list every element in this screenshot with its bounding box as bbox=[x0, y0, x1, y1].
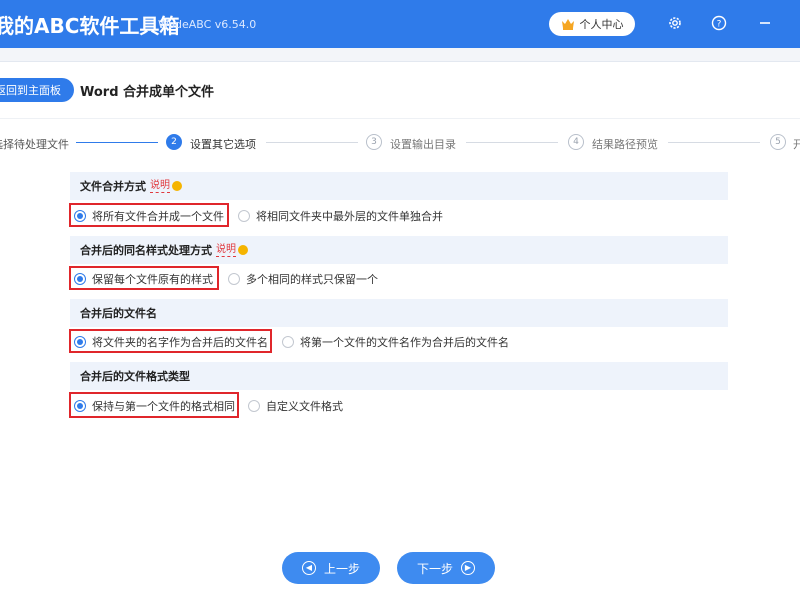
back-to-main-button[interactable]: 返回到主面板 bbox=[0, 78, 74, 102]
step-connector-1 bbox=[76, 142, 158, 143]
svg-text:?: ? bbox=[717, 20, 722, 30]
folder-name-option[interactable]: 将文件夹的名字作为合并后的文件名 bbox=[74, 334, 268, 350]
next-step-button[interactable]: 下一步 ▶ bbox=[397, 552, 495, 584]
title-subbar bbox=[0, 48, 800, 62]
hint-emoji-icon bbox=[172, 181, 182, 191]
settings-gear-icon[interactable] bbox=[666, 14, 684, 32]
user-center-button[interactable]: 个人中心 bbox=[549, 12, 635, 36]
step-5-indicator: 5 bbox=[770, 134, 786, 150]
previous-step-button[interactable]: ◀ 上一步 bbox=[282, 552, 380, 584]
step-connector-3 bbox=[466, 142, 558, 143]
radio-selected[interactable] bbox=[74, 336, 86, 348]
merge-per-folder-option[interactable]: 将相同文件夹中最外层的文件单独合并 bbox=[238, 208, 443, 224]
previous-label: 上一步 bbox=[323, 561, 360, 576]
minimize-icon[interactable] bbox=[756, 14, 774, 32]
section-title: 合并后的文件名 bbox=[80, 307, 157, 320]
option-label: 自定义文件格式 bbox=[266, 400, 343, 413]
hint-emoji-icon bbox=[238, 245, 248, 255]
step-connector-4 bbox=[668, 142, 760, 143]
crown-icon bbox=[561, 19, 574, 30]
radio-unselected[interactable] bbox=[248, 400, 260, 412]
step-3-label: 设置输出目录 bbox=[390, 138, 456, 151]
help-icon[interactable]: ? bbox=[710, 14, 728, 32]
help-hint-link[interactable]: 说明 bbox=[216, 244, 236, 257]
arrow-left-icon: ◀ bbox=[301, 561, 316, 575]
step-2-indicator: 2 bbox=[166, 134, 182, 150]
step-4-label: 结果路径预览 bbox=[592, 138, 658, 151]
step-3-indicator: 3 bbox=[366, 134, 382, 150]
step-1-label: 选择待处理文件 bbox=[0, 138, 69, 151]
app-title: 我的ABC软件工具箱 bbox=[0, 14, 180, 38]
option-label: 多个相同的样式只保留一个 bbox=[246, 273, 378, 286]
keep-styles-option[interactable]: 保留每个文件原有的样式 bbox=[74, 271, 213, 287]
option-label: 将第一个文件的文件名作为合并后的文件名 bbox=[300, 336, 509, 349]
file-format-section-header: 合并后的文件格式类型 bbox=[70, 362, 728, 390]
option-label: 将所有文件合并成一个文件 bbox=[92, 210, 224, 223]
step-5-label: 开 bbox=[793, 138, 800, 151]
section-title: 文件合并方式 bbox=[80, 180, 146, 193]
step-4-indicator: 4 bbox=[568, 134, 584, 150]
merge-mode-section-header: 文件合并方式 说明 bbox=[70, 172, 728, 200]
user-center-label: 个人中心 bbox=[579, 18, 624, 31]
merge-all-option[interactable]: 将所有文件合并成一个文件 bbox=[74, 208, 224, 224]
style-handling-section-header: 合并后的同名样式处理方式 说明 bbox=[70, 236, 728, 264]
radio-selected[interactable] bbox=[74, 210, 86, 222]
app-version: WodeABC v6.54.0 bbox=[158, 18, 257, 31]
radio-unselected[interactable] bbox=[238, 210, 250, 222]
help-hint-link[interactable]: 说明 bbox=[150, 180, 170, 193]
step-connector-2 bbox=[266, 142, 358, 143]
option-label: 将文件夹的名字作为合并后的文件名 bbox=[92, 336, 268, 349]
section-title: 合并后的文件格式类型 bbox=[80, 370, 190, 383]
filename-section-header: 合并后的文件名 bbox=[70, 299, 728, 327]
custom-format-option[interactable]: 自定义文件格式 bbox=[248, 398, 343, 414]
arrow-right-icon: ▶ bbox=[461, 561, 475, 575]
option-label: 保留每个文件原有的样式 bbox=[92, 273, 213, 286]
divider bbox=[0, 118, 800, 119]
title-bar: 我的ABC软件工具箱 WodeABC v6.54.0 个人中心 ? bbox=[0, 0, 800, 48]
radio-unselected[interactable] bbox=[282, 336, 294, 348]
section-title: 合并后的同名样式处理方式 bbox=[80, 244, 212, 257]
first-file-name-option[interactable]: 将第一个文件的文件名作为合并后的文件名 bbox=[282, 334, 509, 350]
next-label: 下一步 bbox=[416, 561, 453, 576]
step-2-label: 设置其它选项 bbox=[190, 138, 256, 151]
option-label: 保持与第一个文件的格式相同 bbox=[92, 400, 235, 413]
same-format-option[interactable]: 保持与第一个文件的格式相同 bbox=[74, 398, 235, 414]
radio-selected[interactable] bbox=[74, 400, 86, 412]
radio-unselected[interactable] bbox=[228, 273, 240, 285]
page-title: Word 合并成单个文件 bbox=[80, 85, 215, 100]
option-label: 将相同文件夹中最外层的文件单独合并 bbox=[256, 210, 443, 223]
dedupe-styles-option[interactable]: 多个相同的样式只保留一个 bbox=[228, 271, 378, 287]
radio-selected[interactable] bbox=[74, 273, 86, 285]
